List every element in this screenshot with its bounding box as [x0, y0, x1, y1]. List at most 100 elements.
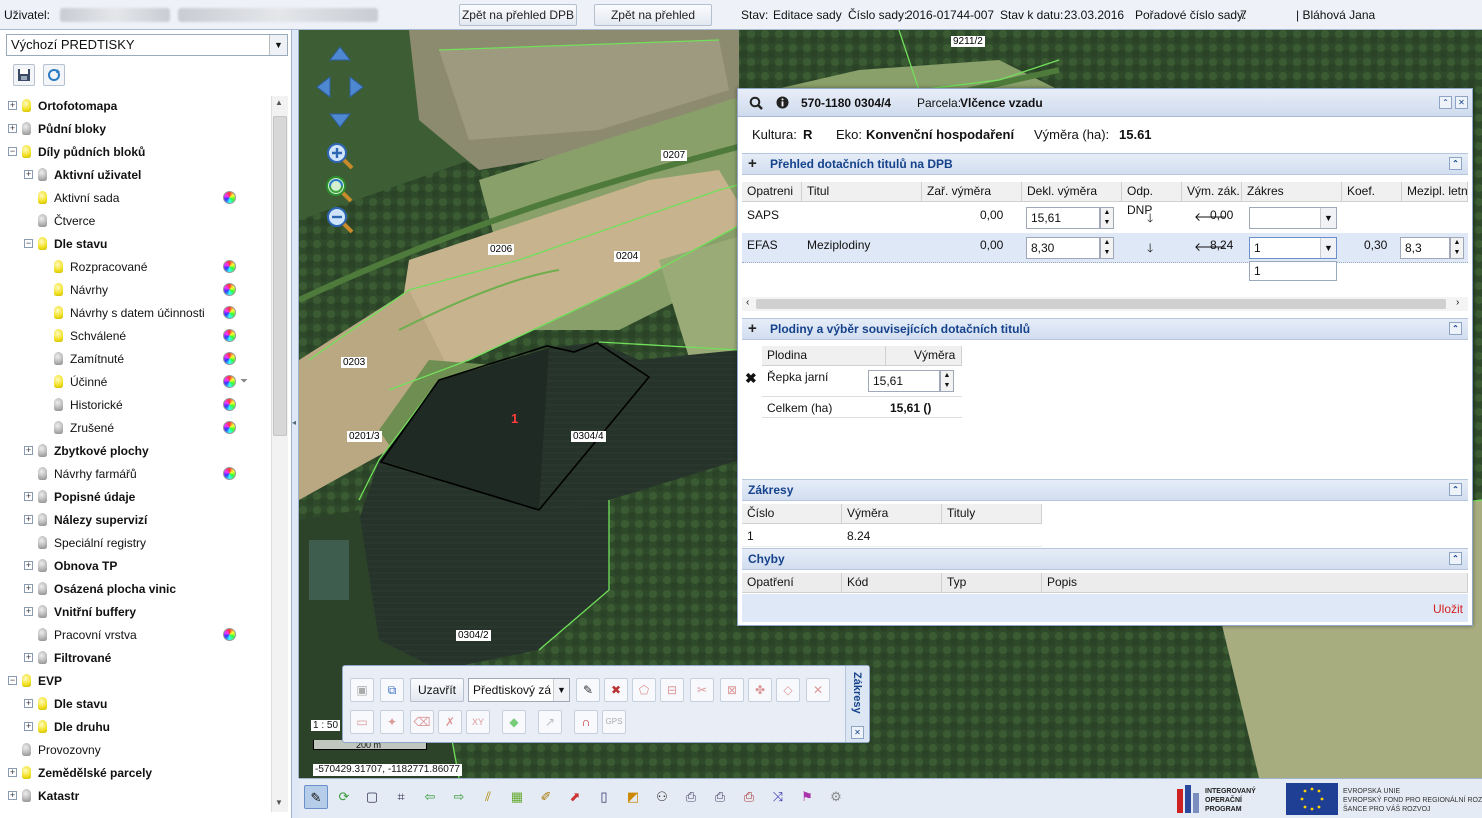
- gps-icon[interactable]: GPS: [602, 710, 626, 734]
- zoom-out-icon[interactable]: [326, 206, 354, 234]
- dekl-vymera-input[interactable]: 15,61: [1026, 207, 1100, 229]
- subsidy-section-header[interactable]: + Přehled dotačních titulů na DPB ⌃: [742, 153, 1468, 175]
- lightbulb-icon[interactable]: [54, 352, 63, 365]
- scrollbar-thumb[interactable]: [756, 299, 1446, 309]
- layer-tree-item[interactable]: − Dle stavu: [4, 234, 264, 254]
- lightbulb-icon[interactable]: [38, 191, 47, 204]
- layer-tree-item[interactable]: Návrhy s datem účinnosti: [4, 303, 264, 323]
- expand-icon[interactable]: +: [8, 791, 17, 800]
- layer-tree-item[interactable]: + Zemědělské parcely: [4, 763, 264, 783]
- lightbulb-icon[interactable]: [38, 559, 47, 572]
- binoculars-icon[interactable]: ⚇: [650, 785, 674, 809]
- arrow-down-icon[interactable]: 🡓: [1147, 239, 1153, 260]
- crops-section-header[interactable]: + Plodiny a výběr souvisejících dotačníc…: [742, 318, 1468, 340]
- lightbulb-icon[interactable]: [38, 720, 47, 733]
- layer-tree-item[interactable]: + Ortofotomapa: [4, 96, 264, 116]
- scroll-up-icon[interactable]: ▲: [275, 98, 283, 107]
- add-icon[interactable]: +: [748, 154, 757, 174]
- tree-scrollbar[interactable]: ▲ ▼: [271, 96, 288, 812]
- polygon-icon[interactable]: ⬠: [632, 678, 656, 702]
- zakres-select[interactable]: ▼: [1249, 207, 1337, 229]
- collapse-icon[interactable]: −: [24, 239, 33, 248]
- area-icon[interactable]: ▭: [350, 710, 374, 734]
- lightbulb-icon[interactable]: [22, 145, 31, 158]
- lightbulb-icon[interactable]: [38, 237, 47, 250]
- filter-icon[interactable]: ⏷: [240, 372, 248, 392]
- accept-icon[interactable]: ◆: [502, 710, 526, 734]
- chevron-down-icon[interactable]: ▼: [269, 35, 287, 55]
- zakres-select[interactable]: 1 ▼: [1249, 237, 1337, 259]
- shape-icon[interactable]: ◇: [776, 678, 800, 702]
- save-link[interactable]: Uložit: [1433, 602, 1463, 616]
- layer-tree-item[interactable]: − EVP: [4, 671, 264, 691]
- color-wheel-icon[interactable]: [223, 398, 236, 411]
- lightbulb-icon[interactable]: [54, 306, 63, 319]
- expand-icon[interactable]: +: [24, 699, 33, 708]
- arrow-down-icon[interactable]: 🡓: [1147, 209, 1153, 230]
- stepper[interactable]: ▲ ▼: [1100, 237, 1114, 259]
- chart-icon[interactable]: ◩: [621, 785, 645, 809]
- layer-tree-item[interactable]: Historické: [4, 395, 264, 415]
- dekl-vymera-input[interactable]: 8,30: [1026, 237, 1100, 259]
- layer-tree-item[interactable]: Speciální registry: [4, 533, 264, 553]
- chevron-down-icon[interactable]: ▼: [1320, 208, 1336, 228]
- layer-tree-item[interactable]: Provozovny: [4, 740, 264, 760]
- layer-tree-item[interactable]: + Zbytkové plochy: [4, 441, 264, 461]
- crop-area-input[interactable]: 15,61: [868, 370, 940, 392]
- expand-icon[interactable]: +: [24, 446, 33, 455]
- arrow-icon[interactable]: ↗: [538, 710, 562, 734]
- layer-tree-item[interactable]: Pracovní vrstva: [4, 625, 264, 645]
- drawing-type-select[interactable]: Předtiskový zá ▼: [468, 678, 570, 702]
- lightbulb-icon[interactable]: [54, 283, 63, 296]
- table-h-scrollbar[interactable]: ‹ ›: [742, 297, 1468, 311]
- lightbulb-icon[interactable]: [38, 513, 47, 526]
- magnet-icon[interactable]: ∩: [574, 710, 598, 734]
- chevron-down-icon[interactable]: ▼: [1320, 238, 1336, 258]
- lightbulb-icon[interactable]: [22, 789, 31, 802]
- select-tool-icon[interactable]: ✎: [304, 785, 328, 809]
- lightbulb-icon[interactable]: [22, 674, 31, 687]
- flag-icon[interactable]: ⚑: [795, 785, 819, 809]
- collapse-icon[interactable]: ⌃: [1439, 96, 1452, 109]
- lightbulb-icon[interactable]: [54, 398, 63, 411]
- layer-tree-item[interactable]: − Díly půdních bloků: [4, 142, 264, 162]
- layer-tree-item[interactable]: + Vnitřní buffery: [4, 602, 264, 622]
- close-icon[interactable]: ✕: [1455, 96, 1468, 109]
- add-icon[interactable]: +: [748, 319, 757, 339]
- brush-icon[interactable]: ✐: [534, 785, 558, 809]
- cut-icon[interactable]: ✂: [690, 678, 714, 702]
- chevron-down-icon[interactable]: ▼: [553, 679, 569, 701]
- zoom-extent-icon[interactable]: [324, 174, 354, 202]
- zakres-dropdown-option[interactable]: 1: [1249, 261, 1337, 281]
- lightbulb-icon[interactable]: [22, 99, 31, 112]
- color-wheel-icon[interactable]: [223, 421, 236, 434]
- lightbulb-icon[interactable]: [54, 329, 63, 342]
- collapse-left-icon[interactable]: ◂: [292, 418, 296, 427]
- layer-tree-item[interactable]: Zamítnuté: [4, 349, 264, 369]
- remove-icon[interactable]: ✗: [438, 710, 462, 734]
- info-icon[interactable]: [776, 96, 789, 109]
- window-icon[interactable]: ▢: [360, 785, 384, 809]
- color-wheel-icon[interactable]: [223, 191, 236, 204]
- print-3-icon[interactable]: ⎙: [737, 785, 761, 809]
- lightbulb-icon[interactable]: [38, 467, 47, 480]
- layer-tree-item[interactable]: + Aktivní uživatel: [4, 165, 264, 185]
- expand-icon[interactable]: +: [24, 170, 33, 179]
- layer-tree-item[interactable]: Čtverce: [4, 211, 264, 231]
- stepper[interactable]: ▲ ▼: [1450, 237, 1464, 259]
- color-wheel-icon[interactable]: [223, 352, 236, 365]
- settings-icon[interactable]: ⚙: [824, 785, 848, 809]
- node-icon[interactable]: ✤: [748, 678, 772, 702]
- layer-tree-item[interactable]: + Osázená plocha vinic: [4, 579, 264, 599]
- collapse-icon[interactable]: ⌃: [1449, 322, 1462, 335]
- refresh-icon[interactable]: [43, 64, 65, 86]
- layer-tree-item[interactable]: Účinné ⏷: [4, 372, 264, 392]
- point-icon[interactable]: ✦: [380, 710, 404, 734]
- stepper[interactable]: ▲ ▼: [940, 370, 954, 392]
- expand-icon[interactable]: +: [24, 584, 33, 593]
- route-icon[interactable]: ⤨: [766, 785, 790, 809]
- layer-tree-item[interactable]: + Dle stavu: [4, 694, 264, 714]
- lightbulb-icon[interactable]: [38, 605, 47, 618]
- xy-icon[interactable]: XY: [466, 710, 490, 734]
- scroll-left-icon[interactable]: ‹: [746, 297, 749, 308]
